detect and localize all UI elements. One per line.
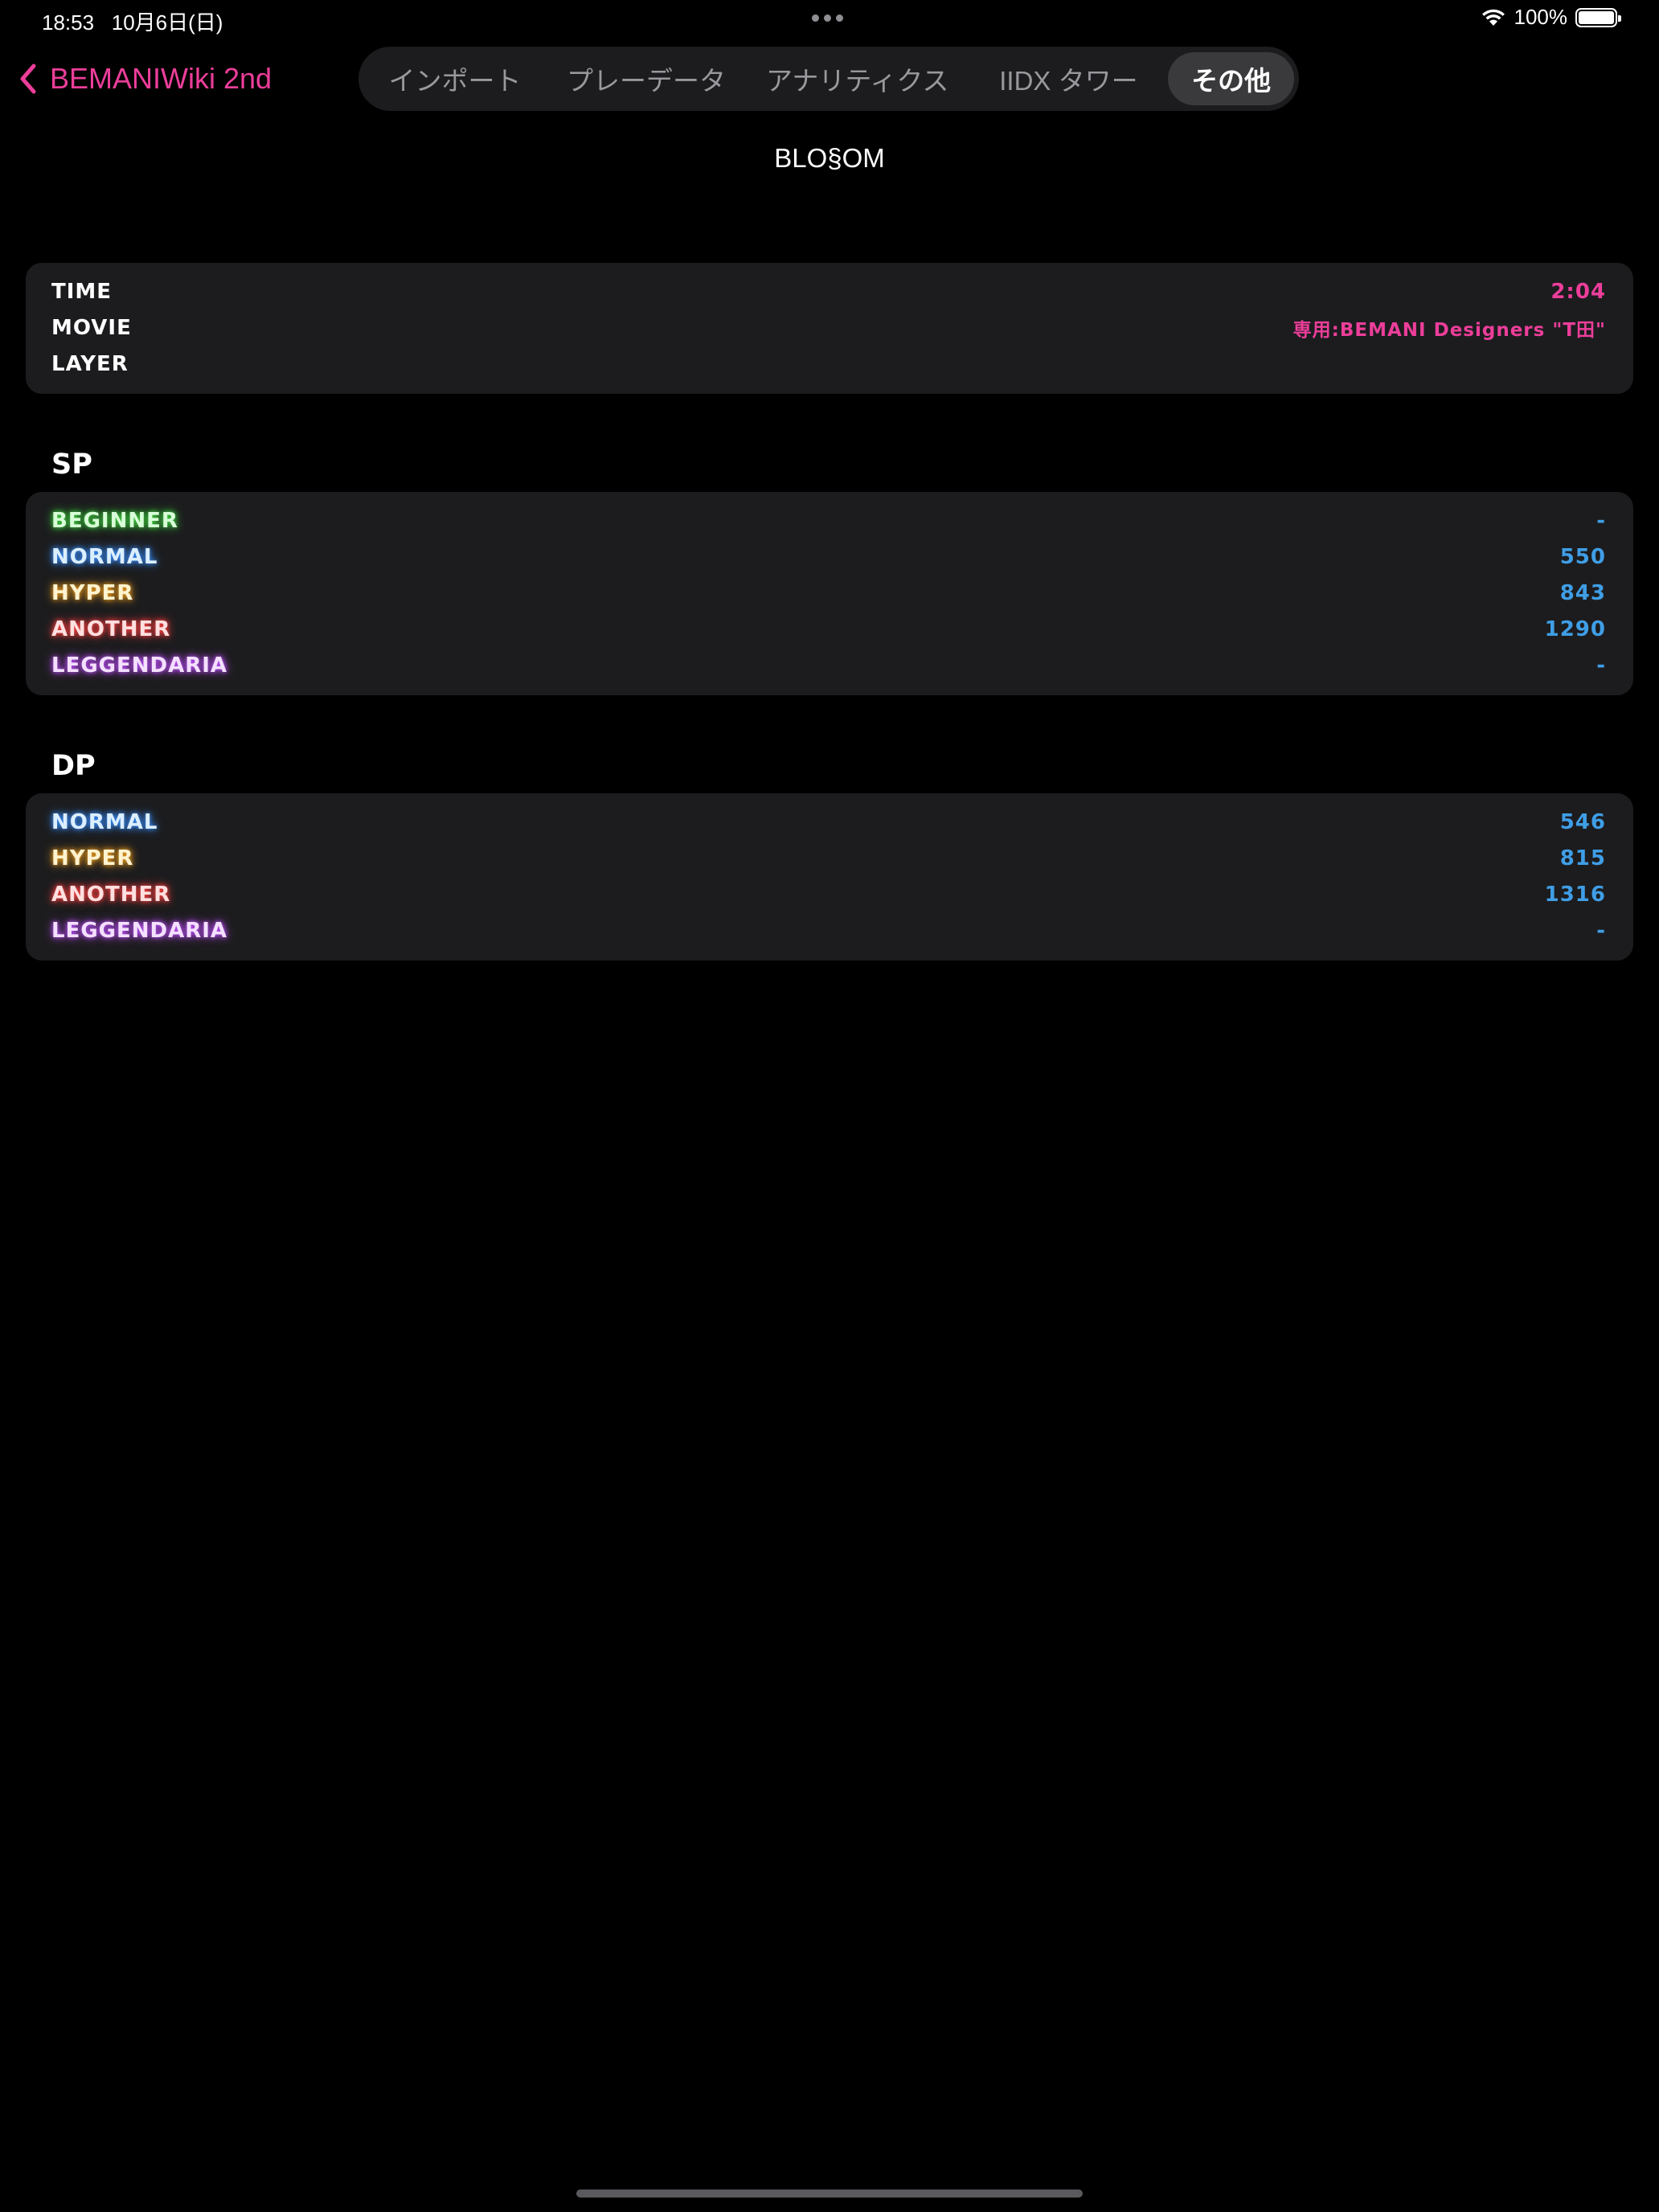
dp-difficulty-card: NORMAL 546 HYPER 815 ANOTHER 1316 LEGGEN… [26, 793, 1633, 961]
back-button[interactable]: BEMANIWiki 2nd [18, 58, 272, 100]
dp-row-hyper: HYPER 815 [51, 842, 1606, 875]
difficulty-label-leggendaria: LEGGENDARIA [51, 919, 228, 943]
multitasking-menu-icon[interactable] [812, 14, 843, 22]
difficulty-label-hyper: HYPER [51, 581, 134, 605]
status-indicators: 100% [1481, 5, 1621, 30]
info-row-time: TIME 2:04 [51, 276, 1606, 308]
info-value-time: 2:04 [1550, 280, 1606, 304]
sp-row-leggendaria: LEGGENDARIA - [51, 649, 1606, 682]
difficulty-label-another: ANOTHER [51, 617, 171, 641]
tab-bar: インポート プレーデータ アナリティクス IIDX タワー その他 [358, 47, 1299, 111]
status-bar: 18:53 10月6日(日) 100% [0, 0, 1659, 40]
dp-row-leggendaria: LEGGENDARIA - [51, 915, 1606, 947]
difficulty-label-hyper: HYPER [51, 846, 134, 870]
notes-value: 843 [1559, 581, 1606, 605]
notes-value: 550 [1559, 545, 1606, 569]
difficulty-label-beginner: BEGINNER [51, 509, 178, 533]
notes-value: - [1596, 919, 1606, 943]
dp-section-title: DP [51, 750, 96, 782]
status-time: 18:53 10月6日(日) [42, 6, 223, 36]
info-value-movie: 専用:BEMANI Designers "T田" [1292, 320, 1606, 341]
notes-value: 1290 [1544, 617, 1606, 641]
tab-iidx-tower[interactable]: IIDX タワー [969, 52, 1169, 105]
sp-row-normal: NORMAL 550 [51, 541, 1606, 573]
notes-value: 815 [1559, 846, 1606, 870]
battery-icon [1575, 7, 1621, 27]
tab-play-data[interactable]: プレーデータ [547, 52, 746, 105]
difficulty-label-normal: NORMAL [51, 545, 158, 569]
dp-row-another: ANOTHER 1316 [51, 879, 1606, 911]
notes-value: - [1596, 653, 1606, 678]
tab-import[interactable]: インポート [363, 52, 547, 105]
tab-analytics[interactable]: アナリティクス [746, 52, 969, 105]
sp-section-title: SP [51, 449, 92, 481]
notes-value: - [1596, 509, 1606, 533]
info-label-movie: MOVIE [51, 316, 132, 340]
sp-difficulty-card: BEGINNER - NORMAL 550 HYPER 843 ANOTHER … [26, 492, 1633, 695]
home-indicator[interactable] [576, 2189, 1083, 2198]
difficulty-label-leggendaria: LEGGENDARIA [51, 653, 228, 678]
sp-row-beginner: BEGINNER - [51, 505, 1606, 537]
dp-row-normal: NORMAL 546 [51, 806, 1606, 838]
wifi-icon [1481, 9, 1505, 26]
info-label-layer: LAYER [51, 352, 129, 376]
battery-percent: 100% [1514, 5, 1568, 29]
sp-row-hyper: HYPER 843 [51, 577, 1606, 609]
difficulty-label-another: ANOTHER [51, 883, 171, 907]
song-title: BLO§OM [774, 143, 885, 173]
info-label-time: TIME [51, 280, 113, 304]
info-row-layer: LAYER [51, 348, 1606, 380]
tab-other[interactable]: その他 [1168, 52, 1294, 105]
notes-value: 546 [1559, 810, 1606, 834]
difficulty-label-normal: NORMAL [51, 810, 158, 834]
back-button-label: BEMANIWiki 2nd [50, 62, 272, 95]
status-date: 10月6日(日) [111, 10, 223, 35]
sp-row-another: ANOTHER 1290 [51, 613, 1606, 645]
song-info-card: TIME 2:04 MOVIE 専用:BEMANI Designers "T田"… [26, 263, 1633, 394]
chevron-left-icon [20, 63, 36, 94]
notes-value: 1316 [1544, 883, 1606, 907]
info-row-movie: MOVIE 専用:BEMANI Designers "T田" [51, 312, 1606, 344]
status-clock: 18:53 [42, 10, 95, 35]
